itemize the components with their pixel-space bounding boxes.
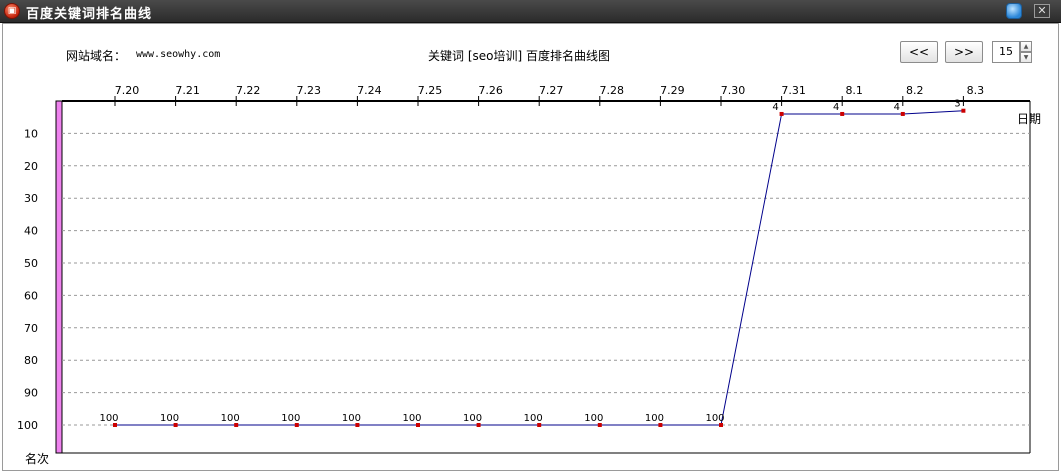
data-label: 4	[772, 102, 778, 113]
x-tick-label: 7.26	[478, 84, 503, 97]
x-tick-label: 7.21	[175, 84, 200, 97]
y-tick-label: 90	[24, 387, 38, 400]
x-tick-label: 8.1	[845, 84, 863, 97]
y-axis-title: 名次	[25, 451, 49, 466]
y-tick-label: 80	[24, 354, 38, 367]
data-point	[840, 111, 845, 116]
y-axis-band	[55, 100, 63, 454]
data-label: 4	[833, 102, 839, 113]
x-axis-title: 日期	[1017, 112, 1041, 126]
x-tick-label: 8.2	[906, 84, 924, 97]
y-tick-label: 60	[24, 289, 38, 302]
y-tick-label: 40	[24, 225, 38, 238]
data-label: 4	[894, 102, 900, 113]
x-tick-label: 7.20	[115, 84, 140, 97]
rank-chart: 10 20 30 40 50 60 70 80 90 100 7.20 7.21 7.22 7.23 7.2…	[17, 84, 1041, 466]
data-label: 100	[402, 413, 421, 424]
data-label: 3	[954, 99, 960, 110]
data-point	[779, 111, 784, 116]
y-tick-label: 100	[17, 419, 38, 432]
y-tick-label: 50	[24, 257, 38, 270]
x-tick-label: 8.3	[967, 84, 985, 97]
data-point	[900, 111, 905, 116]
data-label: 100	[221, 413, 240, 424]
x-tick-label: 7.30	[721, 84, 746, 97]
series-line	[115, 110, 964, 426]
x-tick-label: 7.27	[539, 84, 564, 97]
x-tick-label: 7.24	[357, 84, 382, 97]
data-label: 100	[524, 413, 543, 424]
x-tick-label: 7.25	[418, 84, 443, 97]
y-tick-label: 30	[24, 192, 38, 205]
y-tick-label: 70	[24, 322, 38, 335]
data-label: 100	[645, 413, 664, 424]
y-tick-label: 20	[24, 160, 38, 173]
x-tick-label: 7.31	[781, 84, 806, 97]
x-tick-label: 7.22	[236, 84, 261, 97]
data-label: 100	[160, 413, 179, 424]
data-label: 100	[342, 413, 361, 424]
x-tick-label: 7.23	[297, 84, 322, 97]
app-window: ▣ 百度关键词排名曲线 ✕ 网站域名： www.seowhy.com 关键词 […	[0, 0, 1061, 473]
y-tick-label: 10	[24, 127, 38, 140]
x-tick-label: 7.28	[600, 84, 625, 97]
data-label: 100	[705, 413, 724, 424]
data-label: 100	[281, 413, 300, 424]
data-point	[961, 108, 966, 113]
data-label: 100	[99, 413, 118, 424]
x-tick-label: 7.29	[660, 84, 685, 97]
data-label: 100	[463, 413, 482, 424]
data-label: 100	[584, 413, 603, 424]
